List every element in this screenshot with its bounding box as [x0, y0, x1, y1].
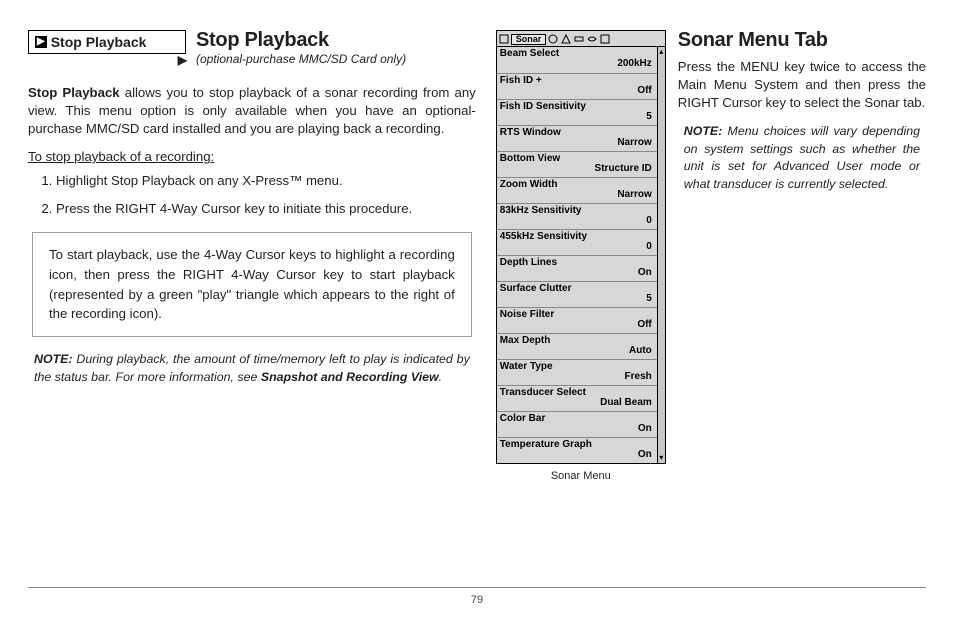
- sonar-row-value: On: [500, 268, 654, 278]
- sonar-row-value: 0: [500, 216, 654, 226]
- right-text-block: Sonar Menu Tab Press the MENU key twice …: [678, 30, 926, 573]
- sonar-row-label: Temperature Graph: [500, 439, 654, 450]
- sonar-caption: Sonar Menu: [496, 470, 666, 482]
- left-title-block: Stop Playback (optional-purchase MMC/SD …: [196, 30, 406, 74]
- step-item: Press the RIGHT 4-Way Cursor key to init…: [56, 200, 476, 218]
- sonar-row: Depth LinesOn: [497, 255, 657, 281]
- sonar-row: RTS WindowNarrow: [497, 125, 657, 151]
- sonar-row-value: Structure ID: [500, 164, 654, 174]
- steps-list: Highlight Stop Playback on any X-Press™ …: [56, 172, 476, 218]
- intro-bold: Stop Playback: [28, 85, 120, 100]
- sonar-tab-active: Sonar: [511, 34, 547, 45]
- sonar-row-value: Off: [500, 86, 654, 96]
- footer-rule: [28, 587, 926, 588]
- sonar-row-label: Color Bar: [500, 413, 654, 424]
- sonar-row: Max DepthAuto: [497, 333, 657, 359]
- sonar-row: 455kHz Sensitivity0: [497, 229, 657, 255]
- sonar-row: Zoom WidthNarrow: [497, 177, 657, 203]
- sonar-row-value: 0: [500, 242, 654, 252]
- sonar-row-label: Depth Lines: [500, 257, 654, 268]
- playback-note: NOTE: During playback, the amount of tim…: [28, 351, 476, 386]
- stop-playback-subhead: (optional-purchase MMC/SD Card only): [196, 52, 406, 66]
- sonar-screen: Sonar Beam Select200kHzFish ID +OffFish …: [496, 30, 666, 464]
- sonar-row: 83kHz Sensitivity0: [497, 203, 657, 229]
- tab-icons-right: [548, 34, 610, 44]
- sonar-row-value: Dual Beam: [500, 398, 654, 408]
- sonar-tab-body: Press the MENU key twice to access the M…: [678, 58, 926, 111]
- sonar-row-value: On: [500, 450, 654, 460]
- sonar-row-value: Off: [500, 320, 654, 330]
- sonar-row: Fish ID +Off: [497, 73, 657, 99]
- sonar-row-value: Auto: [500, 346, 654, 356]
- stop-playback-button-label: Stop Playback: [51, 34, 147, 50]
- scrollbar: ▴ ▾: [657, 47, 665, 463]
- tab-icons-left: [499, 34, 509, 44]
- sonar-row: Transducer SelectDual Beam: [497, 385, 657, 411]
- sonar-row-value: 5: [500, 112, 654, 122]
- sonar-row: Fish ID Sensitivity5: [497, 99, 657, 125]
- sonar-row-label: Noise Filter: [500, 309, 654, 320]
- page-body: ▶ Stop Playback ▶ Stop Playback (optiona…: [28, 30, 926, 573]
- views-tab-icon: [587, 34, 597, 44]
- nav-tab-icon: [548, 34, 558, 44]
- inset-box: To start playback, use the 4-Way Cursor …: [32, 232, 472, 337]
- sonar-row-label: 83kHz Sensitivity: [500, 205, 654, 216]
- scroll-up-icon: ▴: [658, 48, 665, 56]
- sonar-row: Bottom ViewStructure ID: [497, 151, 657, 177]
- setup-tab-icon: [574, 34, 584, 44]
- sonar-row-value: 5: [500, 294, 654, 304]
- stop-icon: ▶: [35, 36, 47, 48]
- note-emph: Snapshot and Recording View: [261, 370, 439, 384]
- sonar-row-value: Narrow: [500, 190, 654, 200]
- right-column: Sonar Beam Select200kHzFish ID +OffFish …: [496, 30, 926, 573]
- stop-playback-button-box: ▶ Stop Playback ▶: [28, 30, 186, 54]
- sonar-row-value: On: [500, 424, 654, 434]
- sonar-row: Color BarOn: [497, 411, 657, 437]
- left-column: ▶ Stop Playback ▶ Stop Playback (optiona…: [28, 30, 476, 573]
- sonar-row-value: Fresh: [500, 372, 654, 382]
- sonar-row: Water TypeFresh: [497, 359, 657, 385]
- stop-playback-heading: Stop Playback: [196, 30, 406, 50]
- chart-tab-icon: [561, 34, 571, 44]
- sonar-row: Temperature GraphOn: [497, 437, 657, 463]
- sonar-menu-image: Sonar Beam Select200kHzFish ID +OffFish …: [496, 30, 666, 573]
- step-item: Highlight Stop Playback on any X-Press™ …: [56, 172, 476, 190]
- intro-paragraph: Stop Playback allows you to stop playbac…: [28, 84, 476, 137]
- stop-playback-button: ▶ Stop Playback ▶: [28, 30, 186, 54]
- sonar-row-label: Fish ID Sensitivity: [500, 101, 654, 112]
- note-tail: .: [439, 370, 442, 384]
- sonar-row: Noise FilterOff: [497, 307, 657, 333]
- acc-tab-icon: [600, 34, 610, 44]
- sonar-list: Beam Select200kHzFish ID +OffFish ID Sen…: [497, 47, 657, 463]
- sonar-row: Beam Select200kHz: [497, 47, 657, 73]
- sonar-tab-bar: Sonar: [497, 31, 665, 47]
- sonar-row-label: Surface Clutter: [500, 283, 654, 294]
- sonar-menu-tab-heading: Sonar Menu Tab: [678, 30, 926, 50]
- page-number: 79: [28, 594, 926, 606]
- cursor-right-icon: ▶: [178, 53, 187, 67]
- sonar-body: Beam Select200kHzFish ID +OffFish ID Sen…: [497, 47, 665, 463]
- sonar-row-label: 455kHz Sensitivity: [500, 231, 654, 242]
- sonar-row: Surface Clutter5: [497, 281, 657, 307]
- sonar-row-value: Narrow: [500, 138, 654, 148]
- note-prefix: NOTE:: [684, 124, 723, 138]
- sonar-row-value: 200kHz: [500, 59, 654, 69]
- scroll-down-icon: ▾: [658, 454, 665, 462]
- left-heading-row: ▶ Stop Playback ▶ Stop Playback (optiona…: [28, 30, 476, 74]
- sonar-row-label: Fish ID +: [500, 75, 654, 86]
- alarm-tab-icon: [499, 34, 509, 44]
- sonar-tab-note: NOTE: Menu choices will vary depending o…: [678, 123, 926, 192]
- steps-title: To stop playback of a recording:: [28, 149, 476, 164]
- note-prefix: NOTE:: [34, 352, 73, 366]
